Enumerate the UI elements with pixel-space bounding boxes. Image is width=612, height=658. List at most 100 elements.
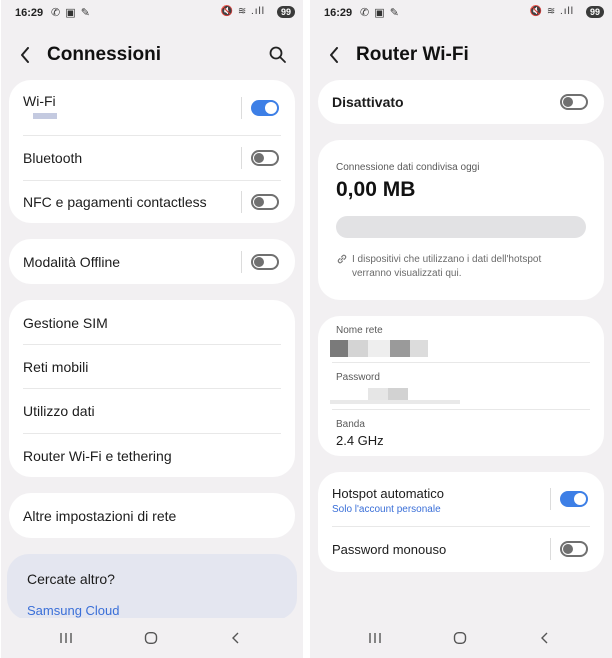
hotspot-master-row[interactable]: Disattivato: [318, 80, 604, 124]
band-value: 2.4 GHz: [336, 433, 384, 448]
wifi-hotspot-screen: 16:29 ✆ ▣ ✎ 🔇 ≋ .ıll 99 Router Wi-Fi Dis…: [310, 0, 612, 658]
search-button[interactable]: [267, 44, 289, 66]
more-network-settings-label: Altre impostazioni di rete: [23, 508, 177, 524]
redacted-block: [388, 388, 408, 400]
divider: [241, 191, 242, 213]
notification-icons: ✆ ▣ ✎: [360, 7, 400, 19]
divider: [550, 488, 551, 510]
divider: [550, 538, 551, 560]
chevron-left-icon: [21, 47, 29, 63]
hotspot-tethering-row[interactable]: Router Wi-Fi e tethering: [9, 433, 295, 477]
status-bar: 16:29 ✆ ▣ ✎ 🔇 ≋ .ıll 99: [1, 0, 303, 26]
offline-card: Modalità Offline: [9, 239, 295, 284]
offline-label: Modalità Offline: [23, 254, 121, 270]
redacted-block: [330, 400, 460, 404]
redacted-block: [368, 388, 388, 400]
back-nav-icon[interactable]: [231, 632, 241, 644]
sim-manager-label: Gestione SIM: [23, 315, 108, 331]
hotspot-master-card: Disattivato: [318, 80, 604, 124]
offline-row[interactable]: Modalità Offline: [9, 239, 295, 284]
back-nav-icon[interactable]: [540, 632, 550, 644]
suggestions-title: Cercate altro?: [27, 571, 115, 587]
redacted-block: [390, 340, 410, 357]
password-row[interactable]: Password: [318, 362, 604, 409]
auto-hotspot-sublabel: Solo l'account personale: [332, 504, 441, 515]
app-header: Router Wi-Fi: [310, 40, 612, 70]
hotspot-master-toggle[interactable]: [560, 94, 588, 110]
data-usage-bar: [336, 216, 586, 238]
system-status-icons: 🔇 ≋ .ıll: [220, 6, 265, 17]
otp-row[interactable]: Password monouso: [318, 526, 604, 572]
sim-manager-row[interactable]: Gestione SIM: [9, 300, 295, 344]
band-row[interactable]: Banda 2.4 GHz: [318, 409, 604, 456]
shared-data-value: 0,00 MB: [336, 178, 416, 201]
samsung-cloud-link[interactable]: Samsung Cloud: [27, 603, 120, 618]
more-settings-card: Altre impostazioni di rete: [9, 493, 295, 538]
wifi-label: Wi-Fi: [23, 93, 56, 109]
redacted-block: [348, 340, 368, 357]
page-title: Router Wi-Fi: [356, 44, 469, 65]
battery-badge: 99: [276, 6, 295, 18]
nfc-row[interactable]: NFC e pagamenti contactless: [9, 180, 295, 223]
bluetooth-label: Bluetooth: [23, 150, 83, 166]
redacted-block: [368, 340, 390, 357]
chevron-left-icon: [330, 47, 338, 63]
home-icon[interactable]: [453, 632, 467, 644]
network-settings-card: Gestione SIM Reti mobili Utilizzo dati R…: [9, 300, 295, 477]
navigation-bar: [1, 618, 303, 658]
auto-hotspot-label: Hotspot automatico: [332, 486, 445, 501]
back-button[interactable]: [324, 40, 348, 70]
auto-hotspot-toggle[interactable]: [560, 491, 588, 507]
app-header: Connessioni: [1, 40, 303, 70]
password-label: Password: [336, 372, 380, 383]
network-name-label: Nome rete: [336, 325, 383, 336]
suggestions-card: Cercate altro? Samsung Cloud: [7, 554, 297, 620]
otp-label: Password monouso: [332, 542, 447, 557]
divider: [241, 251, 242, 273]
redacted-block: [410, 340, 428, 357]
offline-toggle[interactable]: [251, 254, 279, 270]
network-name-row[interactable]: Nome rete: [318, 316, 604, 362]
mobile-networks-label: Reti mobili: [23, 359, 89, 375]
system-status-icons: 🔇 ≋ .ıll: [529, 6, 574, 17]
mobile-networks-row[interactable]: Reti mobili: [9, 344, 295, 388]
devices-info-text: I dispositivi che utilizzano i dati dell…: [352, 254, 542, 279]
hotspot-status-label: Disattivato: [332, 94, 404, 110]
auto-hotspot-row[interactable]: Hotspot automatico Solo l'account person…: [318, 472, 604, 526]
data-usage-row[interactable]: Utilizzo dati: [9, 388, 295, 433]
nfc-toggle[interactable]: [251, 194, 279, 210]
band-label: Banda: [336, 419, 365, 430]
divider: [241, 147, 242, 169]
data-usage-label: Utilizzo dati: [23, 403, 95, 419]
bluetooth-toggle[interactable]: [251, 150, 279, 166]
screen-divider: [303, 0, 310, 658]
wifi-toggle[interactable]: [251, 100, 279, 116]
nfc-label: NFC e pagamenti contactless: [23, 194, 207, 210]
navigation-bar: [310, 618, 612, 658]
shared-data-card: Connessione dati condivisa oggi 0,00 MB …: [318, 140, 604, 300]
search-icon: [269, 46, 286, 63]
connectivity-card: Wi-Fi Bluetooth NFC e pagamenti contactl…: [9, 80, 295, 223]
divider: [241, 97, 242, 119]
connections-screen: 16:29 ✆ ▣ ✎ 🔇 ≋ .ıll 99 Connessioni Wi-F…: [1, 0, 303, 658]
link-icon: [337, 254, 347, 264]
home-icon[interactable]: [144, 632, 158, 644]
status-time: 16:29: [324, 7, 353, 19]
bluetooth-row[interactable]: Bluetooth: [9, 136, 295, 180]
battery-badge: 99: [585, 6, 604, 18]
hotspot-tethering-label: Router Wi-Fi e tethering: [23, 448, 172, 464]
wifi-network-name-redacted: [33, 113, 57, 119]
back-button[interactable]: [15, 40, 39, 70]
redacted-block: [330, 340, 348, 357]
recent-apps-icon[interactable]: [59, 632, 73, 644]
status-bar: 16:29 ✆ ▣ ✎ 🔇 ≋ .ıll 99: [310, 0, 612, 26]
wifi-row[interactable]: Wi-Fi: [9, 80, 295, 136]
recent-apps-icon[interactable]: [368, 632, 382, 644]
more-network-settings-row[interactable]: Altre impostazioni di rete: [9, 493, 295, 538]
otp-toggle[interactable]: [560, 541, 588, 557]
notification-icons: ✆ ▣ ✎: [51, 7, 91, 19]
shared-data-caption: Connessione dati condivisa oggi: [336, 162, 480, 173]
hotspot-options-card: Hotspot automatico Solo l'account person…: [318, 472, 604, 572]
status-time: 16:29: [15, 7, 44, 19]
network-details-card: Nome rete Password Banda 2.4 GHz: [318, 316, 604, 456]
